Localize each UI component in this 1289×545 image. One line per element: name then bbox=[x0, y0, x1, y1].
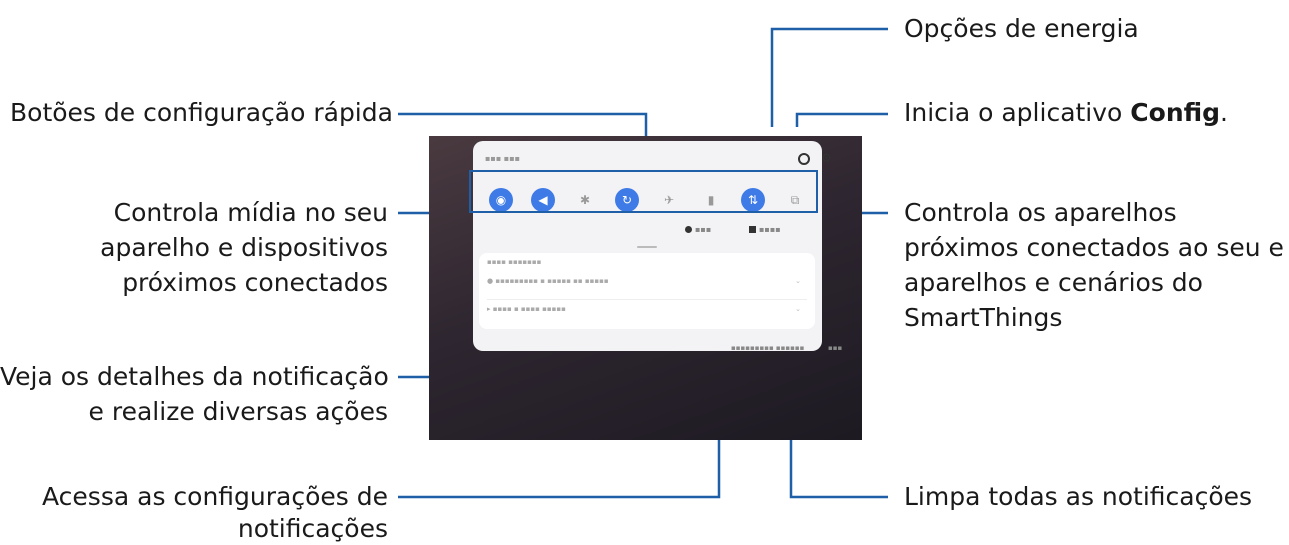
devices-icon bbox=[749, 226, 756, 233]
quick-settings-highlight bbox=[469, 170, 818, 213]
media-devices-row: ▪▪▪ ▪▪▪▪ bbox=[473, 221, 822, 239]
media-icon bbox=[685, 226, 692, 233]
label-settings-prefix: Inicia o aplicativo bbox=[904, 98, 1131, 127]
notification-item[interactable]: ● ▪▪▪▪▪▪▪▪▪ ▪ ▪▪▪▪▪ ▪▪ ▪▪▪▪▪ ⌄ bbox=[487, 277, 807, 295]
notification-item[interactable]: ▸ ▪▪▪▪ ▪ ▪▪▪▪ ▪▪▪▪▪ ⌄ bbox=[487, 305, 807, 323]
label-devices-1: Controla os aparelhos bbox=[904, 198, 1177, 227]
label-notif-settings-2: notificações bbox=[237, 514, 388, 543]
notification-header: ▪▪▪▪ ▪▪▪▪▪▪▪ bbox=[487, 258, 542, 266]
label-devices-2: próximos conectados ao seu e bbox=[904, 233, 1284, 262]
notification-settings-button[interactable]: ▪▪▪▪▪▪▪▪▪ ▪▪▪▪▪▪ bbox=[731, 344, 804, 352]
label-devices-3: aparelhos e cenários do bbox=[904, 268, 1203, 297]
label-notif-details-1: Veja os detalhes da notificação bbox=[0, 362, 389, 391]
label-settings-bold: Config bbox=[1130, 98, 1221, 127]
chevron-down-icon[interactable]: ⌄ bbox=[795, 305, 801, 313]
label-media-1: Controla mídia no seu bbox=[113, 198, 388, 227]
label-notif-settings-1: Acessa as configurações de bbox=[42, 482, 388, 511]
clear-button[interactable]: ▪▪▪ bbox=[828, 344, 842, 352]
label-media-3: próximos conectados bbox=[122, 268, 388, 297]
drag-handle[interactable] bbox=[637, 246, 657, 248]
quick-panel-header: ▪▪▪ ▪▪▪ bbox=[485, 154, 521, 163]
divider bbox=[487, 299, 807, 300]
label-notif-details-2: e realize diversas ações bbox=[88, 397, 388, 426]
power-icon[interactable] bbox=[798, 153, 810, 165]
devices-button[interactable]: ▪▪▪▪ bbox=[749, 225, 781, 234]
label-quick-settings: Botões de configuração rápida bbox=[10, 98, 393, 127]
callout-power-options bbox=[770, 27, 888, 127]
label-settings: Inicia o aplicativo Config. bbox=[904, 96, 1228, 129]
chevron-down-icon[interactable]: ⌄ bbox=[795, 277, 801, 285]
callout-settings bbox=[795, 112, 888, 127]
device-screen: ▪▪▪ ▪▪▪ ⚙ ◉ ◀ ✱ ↻ ✈ ▮ ⇅ ⧉ ▪▪▪ ▪▪▪▪ ▪▪▪▪ … bbox=[429, 136, 862, 440]
label-power-options: Opções de energia bbox=[904, 14, 1139, 43]
label-settings-suffix: . bbox=[1220, 98, 1228, 127]
notification-card: ▪▪▪▪ ▪▪▪▪▪▪▪ ● ▪▪▪▪▪▪▪▪▪ ▪ ▪▪▪▪▪ ▪▪ ▪▪▪▪… bbox=[479, 253, 815, 329]
media-button[interactable]: ▪▪▪ bbox=[685, 225, 711, 234]
label-devices-4: SmartThings bbox=[904, 303, 1063, 332]
gear-icon[interactable]: ⚙ bbox=[821, 152, 832, 164]
label-clear-all: Limpa todas as notificações bbox=[904, 482, 1253, 511]
label-media-2: aparelho e dispositivos bbox=[100, 233, 388, 262]
